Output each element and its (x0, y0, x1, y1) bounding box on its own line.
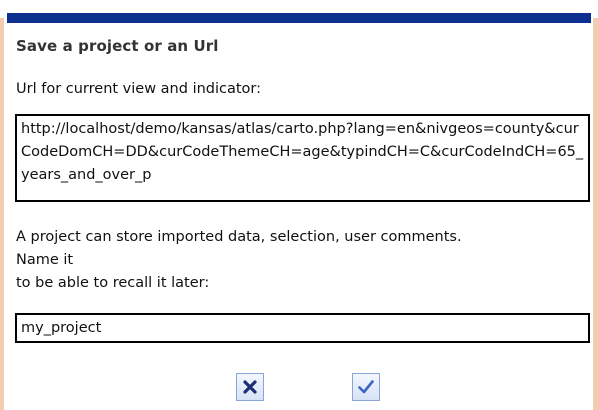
url-field[interactable]: http://localhost/demo/kansas/atlas/carto… (15, 114, 590, 202)
check-icon (357, 378, 375, 396)
close-icon (242, 379, 258, 395)
url-label: Url for current view and indicator: (16, 81, 262, 97)
cancel-button[interactable] (236, 373, 264, 401)
save-project-dialog: Save a project or an Url Url for current… (0, 0, 598, 410)
dialog-left-border (0, 18, 4, 410)
dialog-title-bar (7, 13, 591, 23)
dialog-title: Save a project or an Url (16, 37, 219, 55)
confirm-button[interactable] (352, 373, 380, 401)
dialog-right-border (593, 18, 598, 410)
project-description: A project can store imported data, selec… (16, 229, 462, 291)
project-name-input[interactable] (15, 313, 590, 343)
